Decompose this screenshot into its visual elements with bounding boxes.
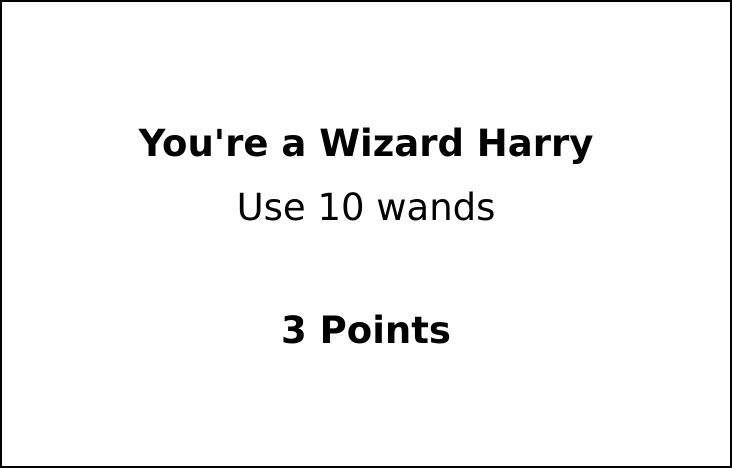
- challenge-card: You're a Wizard Harry Use 10 wands 3 Poi…: [0, 0, 732, 468]
- card-points: 3 Points: [281, 309, 451, 352]
- card-title: You're a Wizard Harry: [138, 122, 594, 165]
- card-description: Use 10 wands: [236, 186, 496, 229]
